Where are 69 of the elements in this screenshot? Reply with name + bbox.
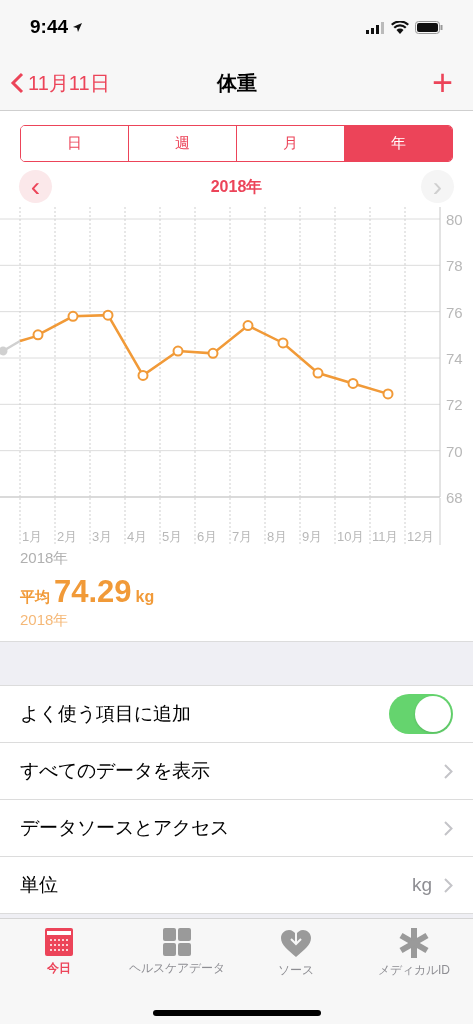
month-label: 5月 [162,529,183,544]
average-unit: kg [135,586,155,607]
month-label: 4月 [127,529,148,544]
back-button[interactable]: 11月11日 [10,67,110,98]
period-label: 2018年 [210,176,263,197]
average-value: 74.29 [54,575,132,607]
data-point [137,369,149,381]
tab-bar-item[interactable]: メディカルID [354,928,473,979]
asterisk-icon [398,928,429,958]
tab-bar-item[interactable]: 今日 [0,928,119,979]
row-label: 単位 [20,872,58,897]
average-label: 平均 [20,586,50,607]
y-tick-label: 70 [446,442,463,460]
chevron-right-icon [444,820,453,836]
month-label: 9月 [302,529,323,544]
previous-year-line [0,335,35,356]
month-label: 3月 [92,529,113,544]
previous-period-button[interactable]: ‹ [19,170,52,203]
data-point [277,337,289,349]
y-tick-label: 78 [446,257,463,275]
data-point [102,309,114,321]
data-point [242,320,254,332]
tab-bar-item[interactable]: ソース [236,928,355,979]
data-point [67,310,79,322]
calendar-icon [45,928,74,956]
month-label: 10月 [337,529,365,544]
chart-caption: 2018年 [20,548,69,568]
row-label: すべてのデータを表示 [20,758,210,783]
row-label: よく使う項目に追加 [20,701,191,726]
data-point [32,329,44,341]
settings-row[interactable]: すべてのデータを表示 [0,743,473,800]
month-label: 7月 [232,529,253,544]
month-label: 2月 [57,529,78,544]
battery-icon [415,21,443,34]
wifi-icon [391,21,409,34]
settings-row[interactable]: データソースとアクセス [0,800,473,857]
signal-icon [366,21,385,34]
heart-download-icon [279,928,312,958]
month-label: 6月 [197,529,218,544]
month-label: 11月 [372,529,399,544]
settings-row[interactable]: 単位 kg [0,857,473,914]
status-time: 9:44 [30,15,69,40]
page-title: 体重 [216,70,257,96]
month-label: 12月 [407,529,435,544]
data-point [347,378,359,389]
data-point [207,347,219,359]
row-value: kg [411,872,432,897]
y-tick-label: 68 [446,489,463,506]
location-arrow-icon [72,22,84,33]
segment-tab[interactable]: 年 [344,126,452,161]
data-point [382,388,394,400]
data-point [172,345,184,357]
grid-icon [163,928,192,956]
data-point [312,367,324,379]
tab-bar-item[interactable]: ヘルスケアデータ [118,928,237,979]
month-label: 8月 [267,529,288,544]
chevron-right-icon [444,877,453,893]
average-period: 2018年 [20,609,69,630]
y-tick-label: 76 [446,303,463,321]
settings-row[interactable]: よく使う項目に追加 [0,686,473,743]
chevron-right-icon [444,763,453,779]
back-chevron-icon [10,71,24,94]
y-tick-label: 72 [446,396,463,414]
y-tick-label: 80 [446,211,463,228]
row-label: データソースとアクセス [20,815,229,840]
y-tick-label: 74 [446,350,463,367]
toggle-switch[interactable] [389,694,453,734]
add-button[interactable]: + [431,64,463,101]
month-label: 1月 [22,529,43,544]
